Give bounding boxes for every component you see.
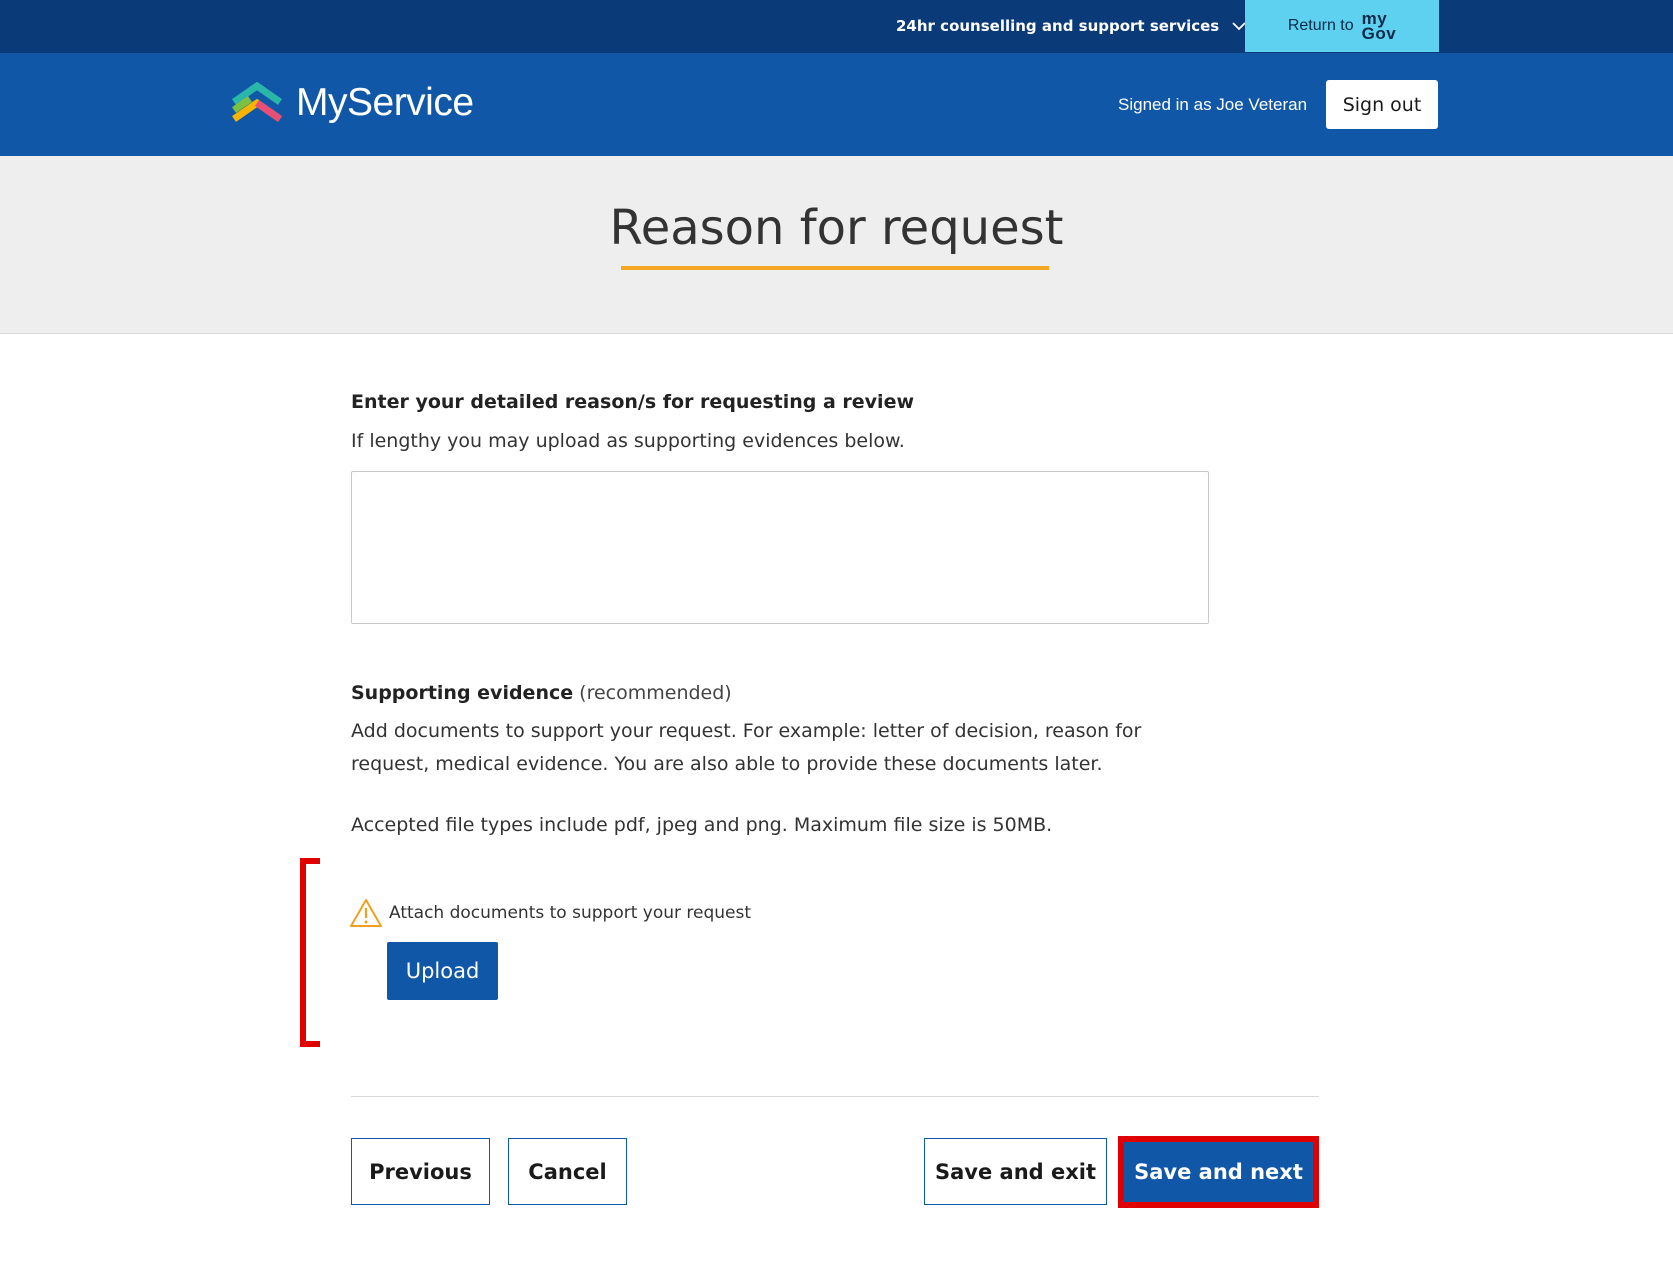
reason-textarea[interactable]	[351, 471, 1209, 624]
site-header: MyService Signed in as Joe Veteran Sign …	[0, 53, 1673, 156]
annotation-bracket	[300, 858, 320, 1047]
signed-in-text: Signed in as Joe Veteran	[1118, 95, 1308, 114]
return-to-mygov-button[interactable]: Return to my Gov	[1245, 0, 1439, 52]
upload-button[interactable]: Upload	[387, 942, 498, 1000]
cancel-button[interactable]: Cancel	[508, 1138, 627, 1205]
evidence-heading: Supporting evidence (recommended)	[351, 682, 732, 704]
title-underline	[621, 266, 1049, 270]
attach-warning-text: Attach documents to support your request	[389, 903, 752, 923]
mygov-logo: my Gov	[1361, 9, 1397, 43]
support-services-dropdown[interactable]: 24hr counselling and support services	[896, 17, 1247, 35]
title-band: Reason for request	[0, 156, 1673, 334]
reason-label: Enter your detailed reason/s for request…	[351, 391, 915, 413]
actions-divider	[351, 1096, 1319, 1097]
support-services-label: 24hr counselling and support services	[896, 17, 1220, 35]
brand-name: MyService	[296, 81, 474, 124]
previous-button[interactable]: Previous	[351, 1138, 490, 1205]
warning-icon	[350, 899, 382, 927]
page-title: Reason for request	[609, 200, 1064, 256]
reason-hint: If lengthy you may upload as supporting …	[351, 430, 905, 452]
accepted-file-types: Accepted file types include pdf, jpeg an…	[351, 814, 1053, 836]
evidence-recommended: (recommended)	[579, 682, 732, 704]
evidence-description: Add documents to support your request. F…	[351, 720, 1142, 775]
attach-warning: Attach documents to support your request	[349, 898, 751, 928]
myservice-home-link[interactable]: MyService	[230, 81, 474, 125]
myservice-logo-icon	[232, 82, 282, 122]
save-and-exit-button[interactable]: Save and exit	[924, 1138, 1107, 1205]
top-utility-bar: 24hr counselling and support services Re…	[0, 0, 1673, 53]
save-and-next-button[interactable]: Save and next	[1124, 1142, 1313, 1202]
return-to-label: Return to	[1287, 17, 1354, 34]
evidence-heading-label: Supporting evidence	[351, 682, 574, 704]
sign-out-button[interactable]: Sign out	[1326, 80, 1438, 129]
